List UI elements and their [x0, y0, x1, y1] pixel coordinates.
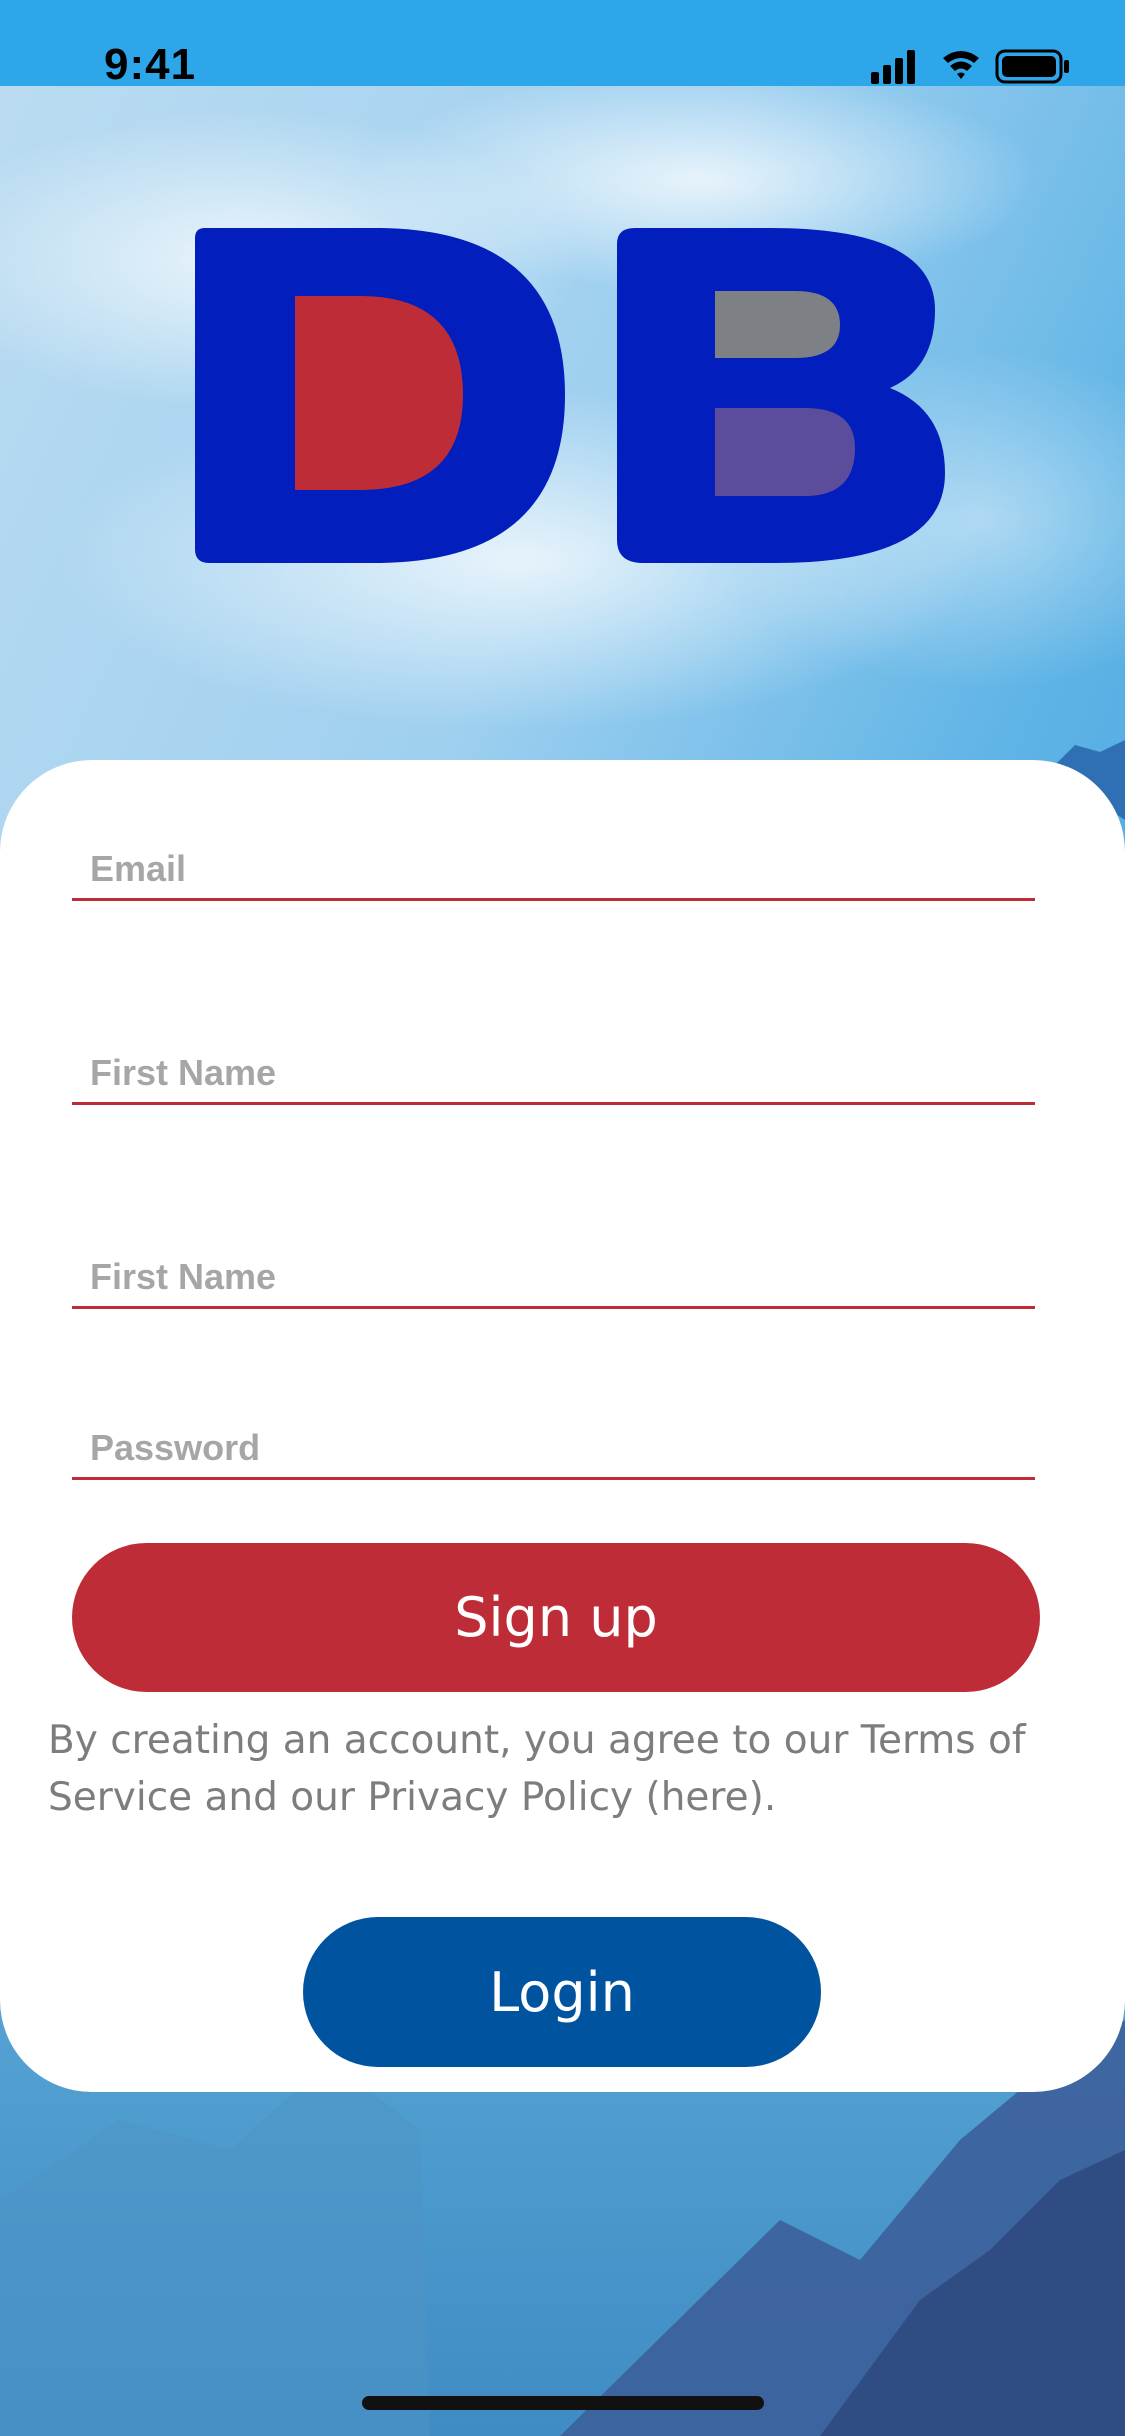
email-field[interactable] [72, 818, 1035, 901]
signup-button[interactable]: Sign up [72, 1543, 1040, 1692]
status-bar: 9:41 [0, 0, 1125, 89]
terms-text-body: By creating an account, you agree to our… [48, 1718, 1026, 1820]
password-input[interactable] [90, 1427, 990, 1469]
first-name-input[interactable] [90, 1052, 990, 1094]
battery-icon [995, 49, 1069, 84]
status-time: 9:41 [104, 40, 197, 89]
login-button[interactable]: Login [303, 1917, 821, 2067]
home-indicator[interactable] [362, 2396, 764, 2410]
password-field[interactable] [72, 1397, 1035, 1480]
cellular-signal-icon [871, 50, 915, 84]
first-name-field[interactable] [72, 1022, 1035, 1105]
last-name-input[interactable] [90, 1256, 990, 1298]
terms-link[interactable]: (here) [646, 1775, 764, 1820]
db-logo [195, 228, 945, 563]
terms-text: By creating an account, you agree to our… [48, 1712, 1088, 1826]
wifi-icon [943, 51, 979, 79]
last-name-field[interactable] [72, 1226, 1035, 1309]
status-icons [871, 49, 1069, 84]
terms-text-period: . [763, 1775, 777, 1820]
email-input[interactable] [90, 848, 990, 890]
